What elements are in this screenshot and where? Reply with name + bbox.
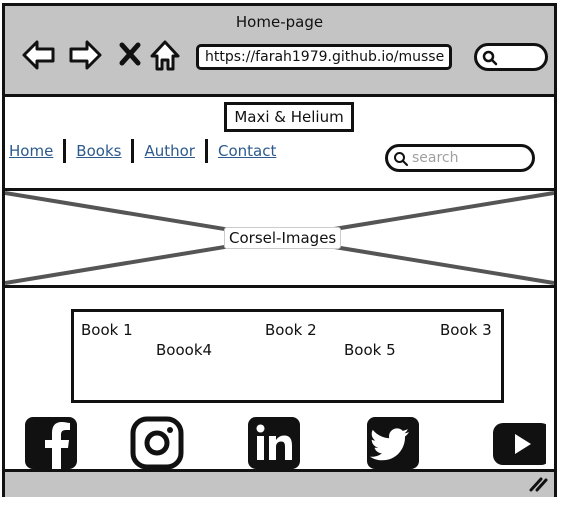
youtube-icon[interactable]: [492, 416, 546, 470]
book-list: Book 1 Book 2 Book 3 Boook4 Book 5: [71, 309, 504, 403]
address-bar[interactable]: https://farah1979.github.io/musse: [196, 44, 452, 70]
window-title: Home-page: [235, 13, 324, 31]
linkedin-icon[interactable]: [247, 416, 301, 470]
facebook-icon[interactable]: [24, 416, 78, 470]
instagram-icon[interactable]: [130, 416, 184, 470]
nav-link-home[interactable]: Home: [9, 142, 53, 160]
nav-link-contact[interactable]: Contact: [218, 142, 276, 160]
search-icon: [482, 50, 498, 66]
nav-divider: [131, 139, 135, 163]
home-icon[interactable]: [147, 37, 183, 73]
site-logo: Maxi & Helium: [224, 102, 354, 132]
nav-divider: [204, 139, 208, 163]
browser-window: Home-page https://farah1979.github.io/mu…: [2, 3, 557, 497]
browser-toolbar: Home-page https://farah1979.github.io/mu…: [5, 6, 554, 97]
nav-link-author[interactable]: Author: [144, 142, 195, 160]
twitter-icon[interactable]: [366, 416, 420, 470]
book-item[interactable]: Book 5: [344, 341, 396, 359]
status-bar: [5, 469, 554, 497]
back-arrow-icon[interactable]: [21, 37, 57, 73]
forward-arrow-icon[interactable]: [67, 37, 103, 73]
nav-divider: [63, 139, 67, 163]
search-input[interactable]: [410, 149, 524, 167]
book-item[interactable]: Book 1: [81, 321, 133, 339]
image-carousel: Corsel-Images: [5, 191, 554, 288]
carousel-label: Corsel-Images: [224, 227, 342, 249]
site-search-box[interactable]: [385, 144, 535, 172]
book-item[interactable]: Book 2: [265, 321, 317, 339]
resize-grip-icon[interactable]: [528, 476, 548, 492]
nav-link-books[interactable]: Books: [76, 142, 121, 160]
book-item[interactable]: Book 3: [440, 321, 492, 339]
search-icon: [394, 152, 408, 166]
close-x-icon[interactable]: [115, 39, 145, 69]
main-nav: Home Books Author Contact: [9, 139, 276, 163]
browser-search-box[interactable]: [474, 43, 548, 71]
site-header: Maxi & Helium Home Books Author Contact: [5, 94, 554, 191]
book-item[interactable]: Boook4: [156, 341, 212, 359]
